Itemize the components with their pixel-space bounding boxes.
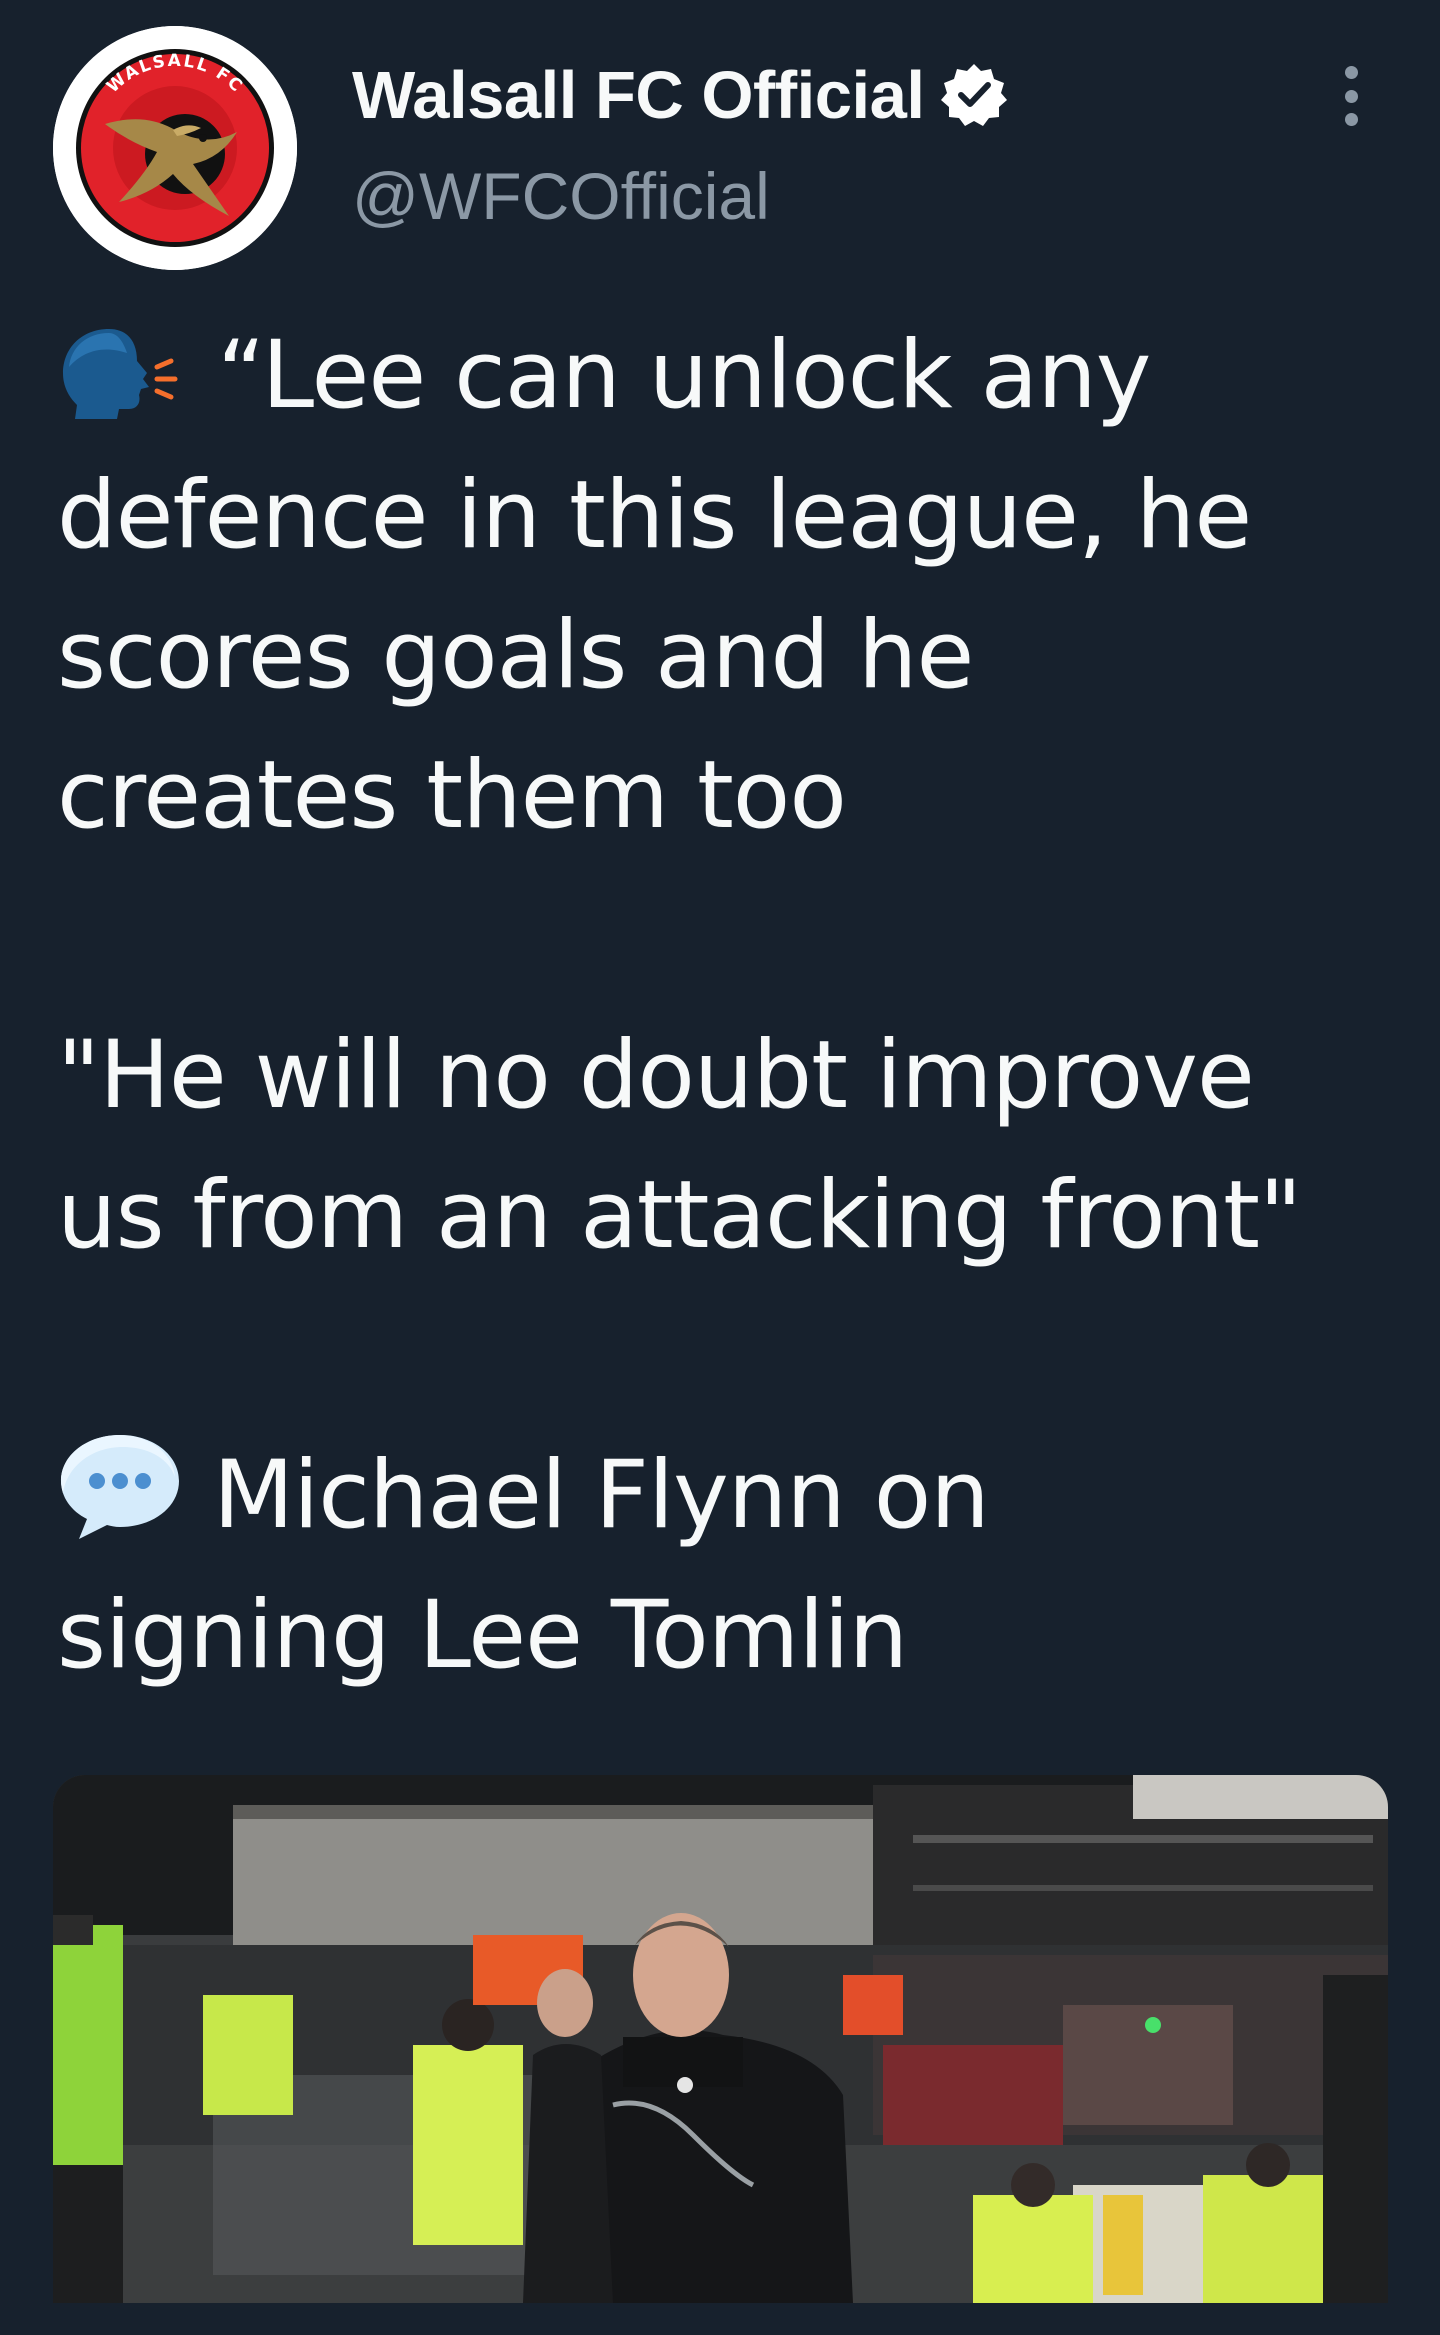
bottom-divider — [0, 2303, 1440, 2335]
tweet-line: “Lee can unlock any — [57, 306, 1397, 446]
speaking-head-icon — [63, 329, 178, 419]
author-name-row[interactable]: Walsall FC Official — [352, 55, 1007, 135]
author-display-name[interactable]: Walsall FC Official — [352, 57, 925, 134]
tweet-text: “Lee can unlock any defence in this leag… — [57, 306, 1397, 1706]
tweet-media-photo[interactable] — [53, 1775, 1388, 2303]
tweet-line: signing Lee Tomlin — [57, 1581, 908, 1690]
tweet-line-text: “Lee can unlock any — [217, 321, 1151, 430]
walsall-fc-crest-icon: WALSALL FC — [53, 26, 297, 270]
more-dot — [1344, 113, 1358, 126]
avatar[interactable]: WALSALL FC — [53, 26, 297, 270]
more-dot — [1344, 89, 1358, 103]
tweet-line-text: Michael Flynn on — [213, 1441, 990, 1550]
more-dot — [1344, 66, 1358, 79]
tweet-line: scores goals and he — [57, 601, 974, 710]
verified-badge-icon — [940, 64, 1007, 126]
more-options-button[interactable] — [1323, 60, 1379, 132]
tweet-line: Michael Flynn on — [57, 1426, 1397, 1566]
tweet-line: "He will no doubt improve — [57, 1021, 1255, 1130]
author-handle[interactable]: @WFCOfficial — [352, 158, 770, 234]
tweet-card[interactable]: WALSALL FC Walsall FC Official @WFCOffic… — [0, 0, 1440, 2335]
photo-image — [53, 1775, 1388, 2303]
speech-balloon-icon — [61, 1435, 179, 1539]
tweet-line: defence in this league, he — [57, 461, 1252, 570]
tweet-line: us from an attacking front" — [57, 1161, 1302, 1270]
tweet-line: creates them too — [57, 741, 847, 850]
